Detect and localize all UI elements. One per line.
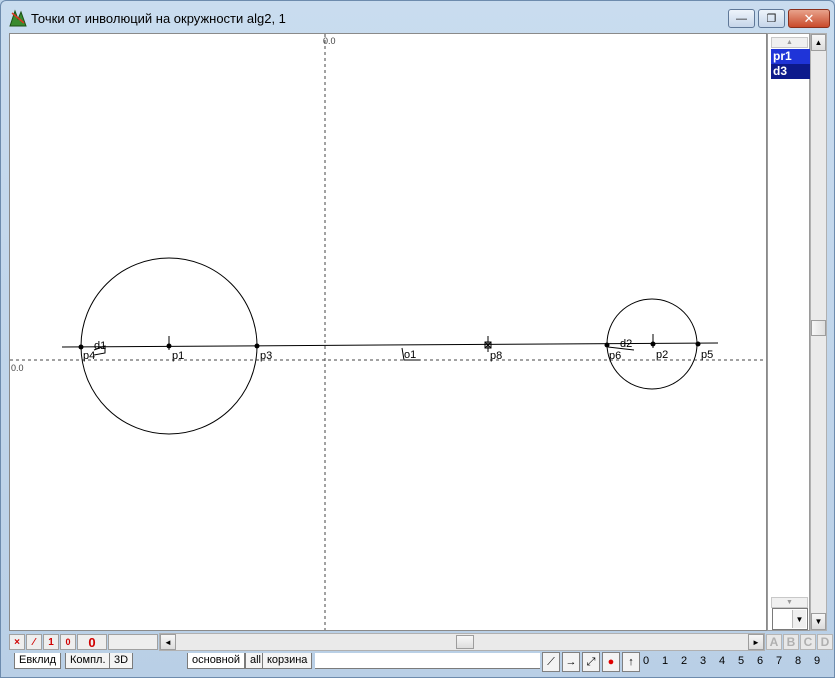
- label-d1: d1: [94, 340, 106, 352]
- label-d2: d2: [620, 338, 632, 350]
- object-list[interactable]: ▲ pr1 d3 ▼ ▼: [767, 33, 810, 631]
- label-o1: o1: [404, 349, 416, 361]
- maximize-button[interactable]: ❐: [758, 9, 785, 28]
- status-field: [108, 634, 158, 650]
- window-title: Точки от инволюций на окружности alg2, 1: [31, 11, 286, 26]
- title-bar[interactable]: Точки от инволюций на окружности alg2, 1…: [1, 1, 834, 33]
- layer-button-b[interactable]: B: [783, 634, 799, 650]
- hscroll-thumb[interactable]: [456, 635, 474, 649]
- digit-9[interactable]: 9: [808, 655, 826, 671]
- point-p6[interactable]: [604, 342, 610, 348]
- digit-1[interactable]: 1: [656, 655, 674, 671]
- horizontal-scrollbar[interactable]: ◄ ►: [159, 633, 765, 651]
- label-p8: p8: [490, 350, 502, 362]
- label-p2: p2: [656, 349, 668, 361]
- digit-7[interactable]: 7: [770, 655, 788, 671]
- drawing-canvas[interactable]: 0.0 0.0 d1 p4 p1 p3 o1 p8 p6 d2 p2 p5: [9, 33, 767, 631]
- axis-label-vertical: 0.0: [323, 36, 336, 46]
- zero-small-button[interactable]: 0: [60, 634, 76, 650]
- point-tool-button[interactable]: ●: [602, 652, 620, 672]
- geometry-drawing[interactable]: 0.0 0.0 d1 p4 p1 p3 o1 p8 p6 d2 p2 p5: [10, 34, 766, 630]
- status-row: × ⁄ 1 0 0 ◄ ► A B C D: [9, 633, 833, 651]
- vertical-scrollbar[interactable]: ▲ ▼: [810, 33, 827, 631]
- segment-tool-button[interactable]: ⟋: [542, 652, 560, 672]
- tab-and-tool-row: Евклид Компл. 3D основной all корзина ⟋ …: [9, 652, 835, 674]
- layer-button-d[interactable]: D: [817, 634, 833, 650]
- vscroll-thumb[interactable]: [811, 320, 826, 336]
- line-mode-button[interactable]: ⁄: [26, 634, 42, 650]
- point-p1[interactable]: [166, 343, 172, 349]
- tab-strip-fill: [315, 653, 540, 669]
- app-logo-icon: [9, 9, 27, 27]
- list-item-d3[interactable]: d3: [771, 64, 810, 79]
- vscroll-up-button[interactable]: ▲: [811, 34, 826, 51]
- digit-0[interactable]: 0: [637, 655, 655, 671]
- label-p1: p1: [172, 350, 184, 362]
- tab-complex[interactable]: Компл.: [65, 653, 111, 669]
- close-button[interactable]: ✕: [788, 9, 830, 28]
- zero-big-button[interactable]: 0: [77, 634, 107, 650]
- digit-5[interactable]: 5: [732, 655, 750, 671]
- digit-6[interactable]: 6: [751, 655, 769, 671]
- hscroll-left-button[interactable]: ◄: [160, 634, 176, 650]
- one-button[interactable]: 1: [43, 634, 59, 650]
- layer-button-c[interactable]: C: [800, 634, 816, 650]
- label-p4: p4: [83, 350, 95, 362]
- minimize-button[interactable]: —: [728, 9, 755, 28]
- list-item-pr1[interactable]: pr1: [771, 49, 810, 64]
- tab-main-sheet[interactable]: основной: [187, 653, 245, 669]
- point-p2[interactable]: [650, 341, 656, 347]
- digit-4[interactable]: 4: [713, 655, 731, 671]
- hscroll-right-button[interactable]: ►: [748, 634, 764, 650]
- vscroll-down-button[interactable]: ▼: [811, 613, 826, 630]
- label-p3: p3: [260, 350, 272, 362]
- tab-3d[interactable]: 3D: [109, 653, 134, 669]
- layer-button-a[interactable]: A: [766, 634, 782, 650]
- list-scroll-down-button[interactable]: ▼: [771, 597, 808, 608]
- combo-dropdown-arrow-icon[interactable]: ▼: [792, 610, 806, 628]
- digit-2[interactable]: 2: [675, 655, 693, 671]
- tab-euclid[interactable]: Евклид: [14, 653, 62, 669]
- object-combo-box[interactable]: ▼: [772, 608, 808, 630]
- stretch-tool-button[interactable]: ⤢: [582, 652, 600, 672]
- arrow-tool-button[interactable]: →: [562, 652, 580, 672]
- label-p5: p5: [701, 349, 713, 361]
- main-window: Точки от инволюций на окружности alg2, 1…: [0, 0, 835, 678]
- point-p4[interactable]: [78, 344, 84, 350]
- tab-trash[interactable]: корзина: [262, 653, 313, 669]
- point-p5[interactable]: [695, 341, 701, 347]
- axis-label-horizontal: 0.0: [11, 363, 24, 373]
- digit-8[interactable]: 8: [789, 655, 807, 671]
- digit-3[interactable]: 3: [694, 655, 712, 671]
- list-scroll-up-button[interactable]: ▲: [771, 37, 808, 48]
- delete-button[interactable]: ×: [9, 634, 25, 650]
- point-p3[interactable]: [254, 343, 260, 349]
- label-p6: p6: [609, 350, 621, 362]
